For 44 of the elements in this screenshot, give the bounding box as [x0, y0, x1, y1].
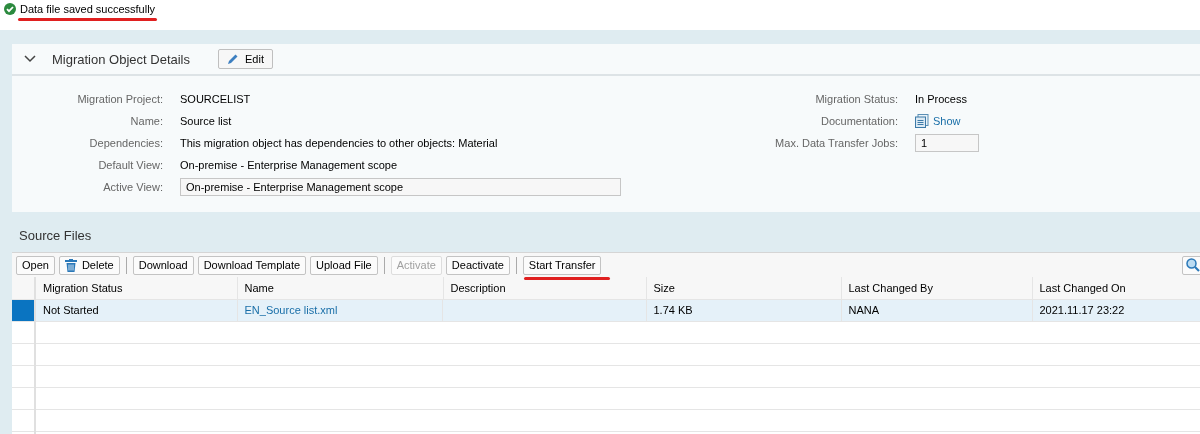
pencil-icon [227, 53, 239, 65]
status-message: Data file saved successfully [20, 3, 156, 15]
toolbar-button[interactable]: Download [132, 255, 194, 275]
field-label: Migration Project: [76, 92, 163, 107]
panel-title: Migration Object Details [52, 51, 190, 67]
toolbar-button[interactable]: Deactivate [445, 255, 510, 275]
input-field[interactable]: On-premise - Enterprise Management scope [180, 178, 621, 196]
search-button[interactable] [1182, 255, 1200, 275]
column-header[interactable]: Name [237, 277, 443, 299]
section-title: Source Files [18, 227, 93, 245]
column-header[interactable]: Description [443, 277, 646, 299]
toolbar-button[interactable]: Open [16, 255, 55, 275]
toolbar-button[interactable]: Download Template [197, 255, 307, 275]
column-header[interactable]: Size [646, 277, 841, 299]
field-label: Migration Status: [814, 92, 898, 107]
column-header[interactable]: Last Changed By [841, 277, 1032, 299]
table-cell: 1.74 KB [653, 304, 693, 317]
field-label: Dependencies: [88, 136, 163, 151]
field-value: Source list [180, 114, 232, 129]
chevron-icon[interactable] [24, 55, 36, 63]
search-icon [1186, 258, 1200, 272]
field-label: Default View: [97, 158, 163, 173]
field-label: Documentation: [819, 114, 898, 129]
row-selector[interactable] [12, 299, 35, 322]
table-cell: NANA [848, 304, 880, 317]
edit-button[interactable]: Edit [218, 49, 273, 69]
show-link[interactable]: Show [915, 110, 961, 132]
input-field[interactable]: 1 [915, 134, 979, 152]
field-label: Max. Data Transfer Jobs: [774, 136, 898, 151]
column-header[interactable]: Migration Status [35, 277, 237, 299]
toolbar-button[interactable]: Upload File [310, 255, 378, 275]
column-header[interactable]: Last Changed On [1032, 277, 1200, 299]
field-value: In Process [915, 92, 967, 107]
field-value: On-premise - Enterprise Management scope [180, 158, 398, 173]
table-cell: Not Started [43, 304, 99, 317]
table-cell: 2021.11.17 23:22 [1039, 304, 1125, 317]
field-label: Name: [129, 114, 163, 129]
success-icon [4, 3, 16, 15]
field-label: Active View: [102, 180, 163, 195]
document-icon [915, 114, 929, 128]
field-value: SOURCELIST [180, 92, 251, 107]
delete-button[interactable]: Delete [58, 255, 120, 275]
field-value: This migration object has dependencies to other objects: Material [180, 136, 498, 151]
trash-icon [64, 258, 77, 272]
